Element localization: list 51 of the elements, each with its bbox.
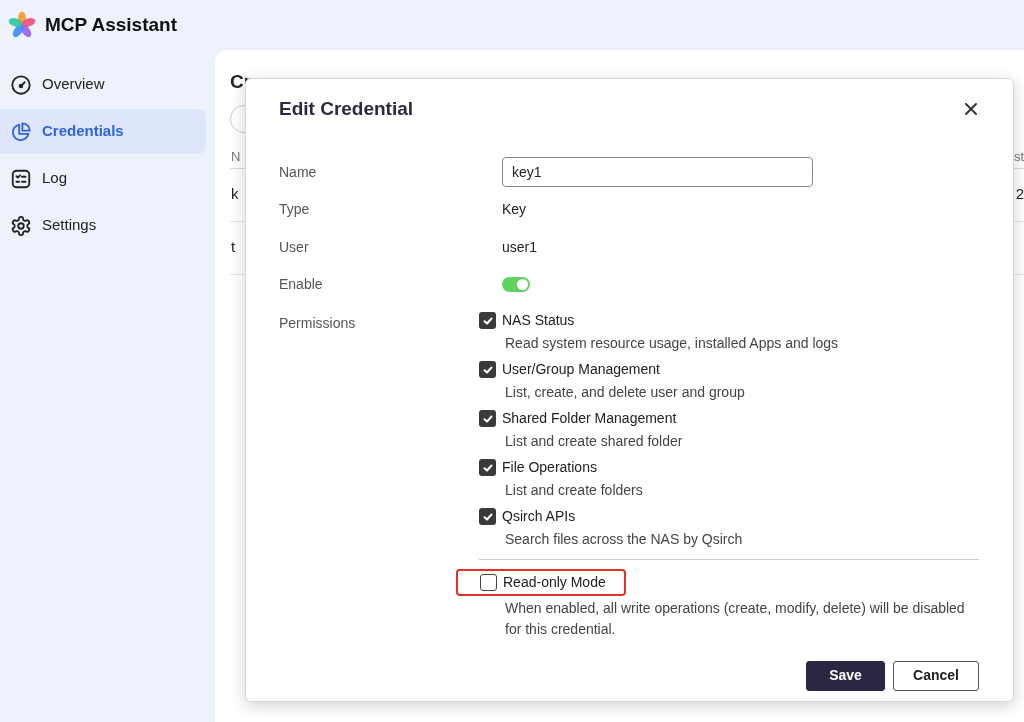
check-icon — [481, 314, 494, 327]
column-header: st — [1013, 148, 1024, 167]
table-cell-text: t — [231, 237, 236, 258]
permission-label: NAS Status — [502, 311, 575, 330]
pie-chart-icon — [10, 120, 32, 143]
table-cell-text: 2 — [1015, 184, 1024, 205]
flower-logo-icon — [8, 11, 36, 39]
permission-label: File Operations — [502, 458, 597, 477]
check-icon — [481, 461, 494, 474]
checkbox[interactable] — [479, 459, 496, 476]
app-title: MCP Assistant — [45, 12, 177, 37]
checkbox[interactable] — [479, 312, 496, 329]
enable-toggle[interactable] — [502, 277, 530, 293]
name-input[interactable]: key1 — [502, 157, 813, 188]
read-only-description: When enabled, all write operations (create, modify, delete) will be disabled for this credential. — [504, 598, 966, 639]
field-label: Enable — [279, 275, 324, 295]
check-icon — [481, 363, 494, 376]
settings-icon — [10, 214, 32, 237]
permission-label: User/Group Management — [502, 360, 660, 379]
close-icon[interactable] — [963, 101, 979, 118]
field-label: User — [279, 237, 310, 257]
field-value: Key — [502, 200, 527, 220]
field-value: user1 — [502, 237, 538, 257]
check-icon — [481, 510, 494, 523]
sidebar-item[interactable]: Credentials — [0, 109, 206, 154]
permission-label: Shared Folder Management — [502, 409, 677, 428]
cancel-button[interactable]: Cancel — [893, 660, 979, 691]
sidebar-item[interactable]: Log — [0, 156, 206, 201]
sidebar-item[interactable]: Settings — [0, 203, 206, 248]
check-icon — [481, 412, 494, 425]
checkbox[interactable] — [479, 410, 496, 427]
read-only-label: Read-only Mode — [503, 572, 606, 592]
permission-description: Search files across the NAS by Qsirch — [504, 529, 744, 549]
save-button[interactable]: Save — [806, 660, 885, 691]
permission-description: List, create, and delete user and group — [504, 382, 746, 402]
checkbox[interactable] — [479, 508, 496, 525]
sidebar-item[interactable]: Overview — [0, 62, 206, 107]
permission-description: List and create shared folder — [504, 431, 684, 451]
field-label: Permissions — [279, 313, 357, 333]
column-header: N — [231, 148, 241, 167]
permission-description: Read system resource usage, installed Apps and logs — [504, 333, 840, 353]
permission-description: List and create folders — [504, 480, 644, 500]
dialog-title: Edit Credential — [279, 97, 414, 121]
field-label: Name — [279, 162, 318, 182]
checkbox[interactable] — [480, 573, 497, 591]
permission-label: Qsirch APIs — [502, 507, 576, 526]
field-label: Type — [279, 200, 311, 220]
checkbox[interactable] — [479, 361, 496, 378]
checklist-icon — [10, 167, 32, 190]
gauge-icon — [10, 73, 32, 96]
table-cell-text: k — [231, 184, 239, 205]
